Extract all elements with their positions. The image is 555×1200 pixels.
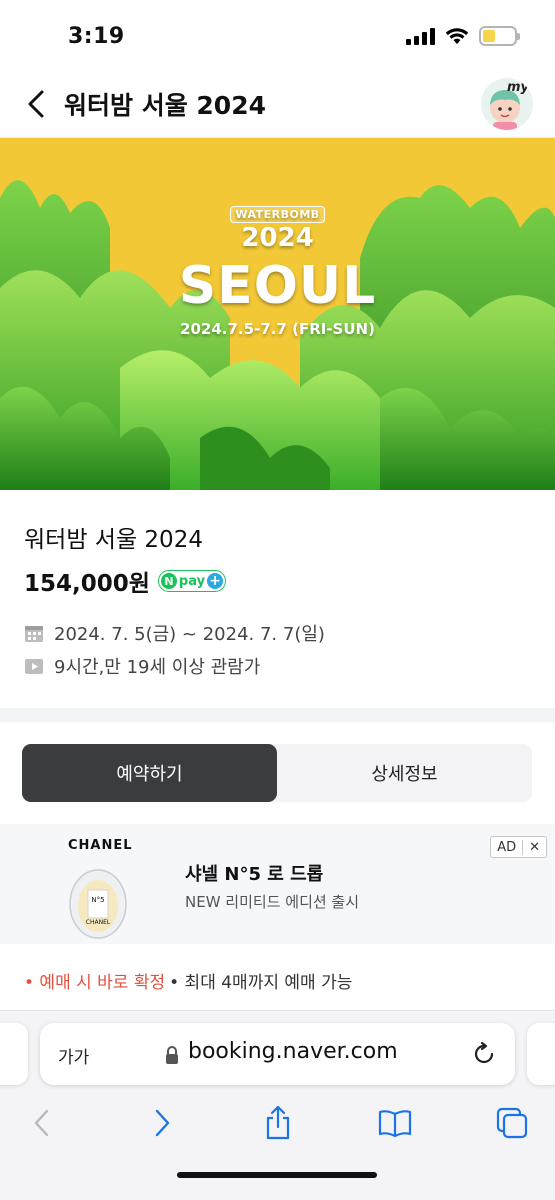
banner-city: SEOUL (178, 256, 377, 316)
tabs-icon (496, 1107, 528, 1139)
chevron-right-icon (155, 1109, 170, 1137)
page-header: 워터밤 서울 2024 my (0, 70, 555, 138)
battery-icon (479, 26, 520, 46)
home-indicator (177, 1172, 377, 1178)
banner-year: 2024 (241, 223, 314, 253)
status-icons (406, 26, 520, 46)
duration-row: 9시간,만 19세 이상 관람가 (24, 653, 260, 679)
book-icon (378, 1110, 412, 1138)
calendar-icon (25, 626, 43, 642)
section-divider (0, 708, 555, 722)
product-price: 154,000원 (24, 571, 150, 597)
page-title: 워터밤 서울 2024 (64, 91, 266, 120)
duration-age: 9시간,만 19세 이상 관람가 (54, 657, 261, 678)
bottle-number: N°5 (91, 896, 104, 904)
banner-brand: WATERBOMB (0, 206, 555, 223)
cellular-signal-icon (406, 27, 435, 45)
share-icon (266, 1105, 290, 1140)
avatar-my-label: my (506, 80, 529, 95)
previous-tab-preview[interactable] (0, 1023, 28, 1085)
forward-button[interactable] (140, 1101, 184, 1145)
text-size-button[interactable]: 가가 (58, 1043, 89, 1068)
tab-details[interactable]: 상세정보 (277, 744, 532, 802)
reload-icon[interactable] (471, 1041, 497, 1067)
npay-plus-icon: + (207, 573, 224, 589)
npay-plus-badge: N pay + (157, 570, 227, 592)
product-info: 워터밤 서울 2024 154,000원 N pay + 2024. 7. 5(… (0, 490, 555, 708)
ad-badge: AD ✕ (490, 836, 547, 858)
tab-bar: 예약하기 상세정보 (22, 744, 532, 802)
ad-close-button[interactable]: ✕ (522, 839, 546, 855)
ad-label: AD (497, 839, 517, 855)
ad-subtitle: NEW 리미티드 에디션 출시 (185, 893, 360, 911)
browser-toolbar (0, 1101, 555, 1145)
avatar[interactable]: my (481, 78, 533, 130)
perfume-bottle-image: N°5 CHANEL (69, 869, 127, 939)
lock-icon (166, 1046, 178, 1064)
tabs-button[interactable] (490, 1101, 534, 1145)
share-button[interactable] (256, 1101, 300, 1145)
date-range: 2024. 7. 5(금) ~ 2024. 7. 7(일) (54, 624, 325, 645)
url-text: booking.naver.com (188, 1039, 398, 1064)
ad-brand: CHANEL (68, 838, 133, 853)
next-tab-preview[interactable] (527, 1023, 555, 1085)
notice-max-tickets: • 최대 4매까지 예매 가능 (169, 973, 353, 993)
npay-n-icon: N (160, 573, 177, 589)
bottle-brand: CHANEL (86, 919, 111, 926)
npay-label: pay (178, 573, 206, 589)
address-bar[interactable]: 가가 booking.naver.com (40, 1023, 515, 1085)
wifi-icon (445, 28, 469, 44)
bookmarks-button[interactable] (373, 1101, 417, 1145)
price-row: 154,000원 N pay + (24, 564, 227, 598)
booking-notice: • 예매 시 바로 확정 • 최대 4매까지 예매 가능 (24, 968, 352, 993)
status-time: 3:19 (68, 24, 125, 49)
banner-dates: 2024.7.5-7.7 (FRI-SUN) (180, 320, 375, 338)
ad-banner[interactable]: CHANEL N°5 CHANEL 샤넬 N°5 로 드롭 NEW 리미티드 에… (0, 824, 555, 944)
back-arrow-icon[interactable] (22, 84, 52, 124)
product-name: 워터밤 서울 2024 (24, 527, 203, 553)
date-row: 2024. 7. 5(금) ~ 2024. 7. 7(일) (24, 620, 325, 646)
back-button[interactable] (20, 1101, 64, 1145)
play-icon (25, 659, 43, 674)
chevron-left-icon (34, 1109, 49, 1137)
tab-reserve[interactable]: 예약하기 (22, 744, 277, 802)
ad-title: 샤넬 N°5 로 드롭 (185, 864, 324, 885)
notice-instant-confirm: • 예매 시 바로 확정 (24, 973, 166, 993)
event-banner: WATERBOMB 2024 SEOUL 2024.7.5-7.7 (FRI-S… (0, 138, 555, 490)
status-bar: 3:19 (0, 0, 555, 70)
